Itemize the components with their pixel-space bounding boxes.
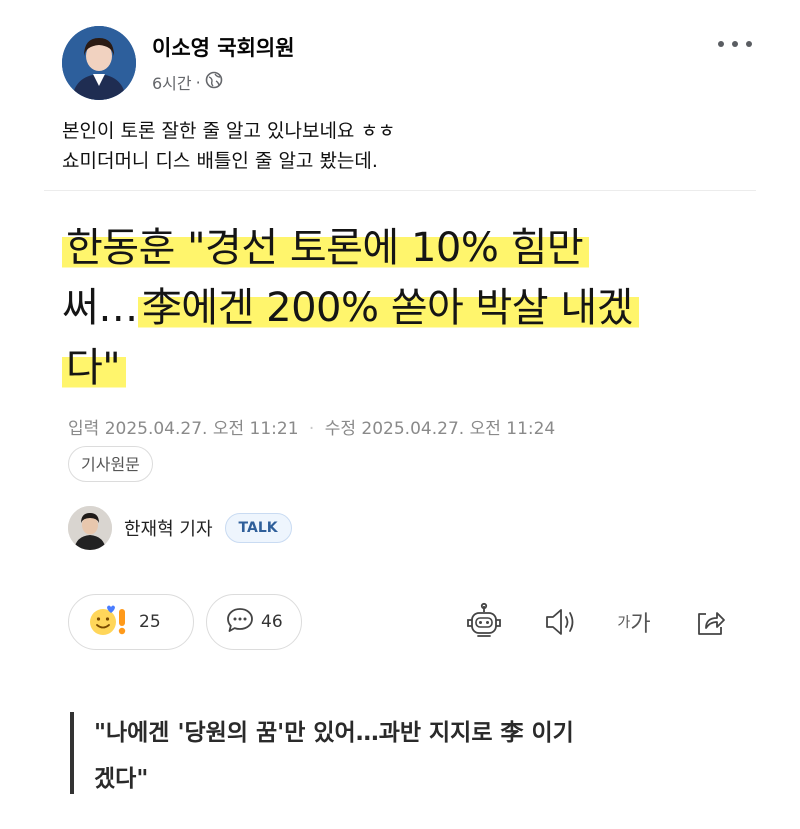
reaction-count: 25 <box>139 612 161 632</box>
headline-line-3: 다" <box>62 345 127 391</box>
comment-bubble-icon <box>225 605 255 639</box>
globe-icon <box>205 71 223 93</box>
font-size-large-label: 가 <box>630 612 651 637</box>
input-label: 입력 <box>68 419 100 439</box>
post-time[interactable]: 6시간 <box>152 70 192 94</box>
post-text: 본인이 토론 잘한 줄 알고 있나보네요 ㅎㅎ 쇼미더머니 디스 배틀인 줄 알… <box>62 116 752 176</box>
more-dot <box>746 41 752 47</box>
input-date: 2025.04.27. 오전 11:21 <box>104 419 299 439</box>
comment-count: 46 <box>261 612 283 632</box>
robot-summary-icon[interactable] <box>462 602 506 642</box>
subheadline-line: 겠다" <box>94 766 149 792</box>
post-text-line: 쇼미더머니 디스 배틀인 줄 알고 봤는데. <box>62 150 378 172</box>
quote-bar <box>70 712 74 794</box>
reporter-avatar[interactable] <box>68 506 112 550</box>
reaction-emoji-icon <box>87 603 133 641</box>
author-photo <box>62 26 136 100</box>
more-dot <box>732 41 738 47</box>
headline-line-2b: 李에겐 200% 쏟아 박살 내겠 <box>137 285 639 331</box>
post-text-line: 본인이 토론 잘한 줄 알고 있나보네요 ㅎㅎ <box>62 120 396 142</box>
author-name[interactable]: 이소영 국회의원 <box>152 32 295 62</box>
font-size-small-label: 가 <box>617 615 631 631</box>
modified-label: 수정 <box>324 419 357 439</box>
subheadline-text: "나에겐 '당원의 꿈'만 있어…과반 지지로 李 이기 겠다" <box>94 710 754 802</box>
more-options-icon[interactable] <box>718 32 752 56</box>
reaction-button[interactable]: 25 <box>68 594 194 650</box>
article-subheadline: "나에겐 '당원의 꿈'만 있어…과반 지지로 李 이기 겠다" <box>70 712 750 794</box>
meta-separator: · <box>195 72 201 92</box>
comment-button[interactable]: 46 <box>206 594 302 650</box>
share-icon[interactable] <box>688 602 732 642</box>
reporter-photo <box>68 506 112 550</box>
author-avatar[interactable] <box>62 26 136 100</box>
headline-line-1: 한동훈 "경선 토론에 10% 힘만 <box>62 225 590 271</box>
headline-line-2a: 써… <box>62 285 138 331</box>
original-article-button[interactable]: 기사원문 <box>68 446 153 482</box>
post-header: 이소영 국회의원 6시간 · <box>62 26 752 102</box>
font-size-button[interactable]: 가가 <box>612 602 656 642</box>
reporter-name[interactable]: 한재혁 기자 <box>124 515 213 541</box>
article-headline: 한동훈 "경선 토론에 10% 힘만 써… 李에겐 200% 쏟아 박살 내겠 다… <box>62 218 762 398</box>
reporter-info: 한재혁 기자 TALK <box>68 506 292 550</box>
subheadline-line: "나에겐 '당원의 꿈'만 있어…과반 지지로 李 이기 <box>94 720 574 746</box>
dates-separator: · <box>308 419 315 439</box>
divider <box>44 190 756 191</box>
modified-date: 2025.04.27. 오전 11:24 <box>361 419 556 439</box>
article-dates: 입력 2025.04.27. 오전 11:21 · 수정 2025.04.27.… <box>68 414 555 439</box>
post-meta: 6시간 · <box>152 70 223 94</box>
talk-button[interactable]: TALK <box>224 513 292 543</box>
speaker-icon[interactable] <box>538 602 582 642</box>
more-dot <box>718 41 724 47</box>
